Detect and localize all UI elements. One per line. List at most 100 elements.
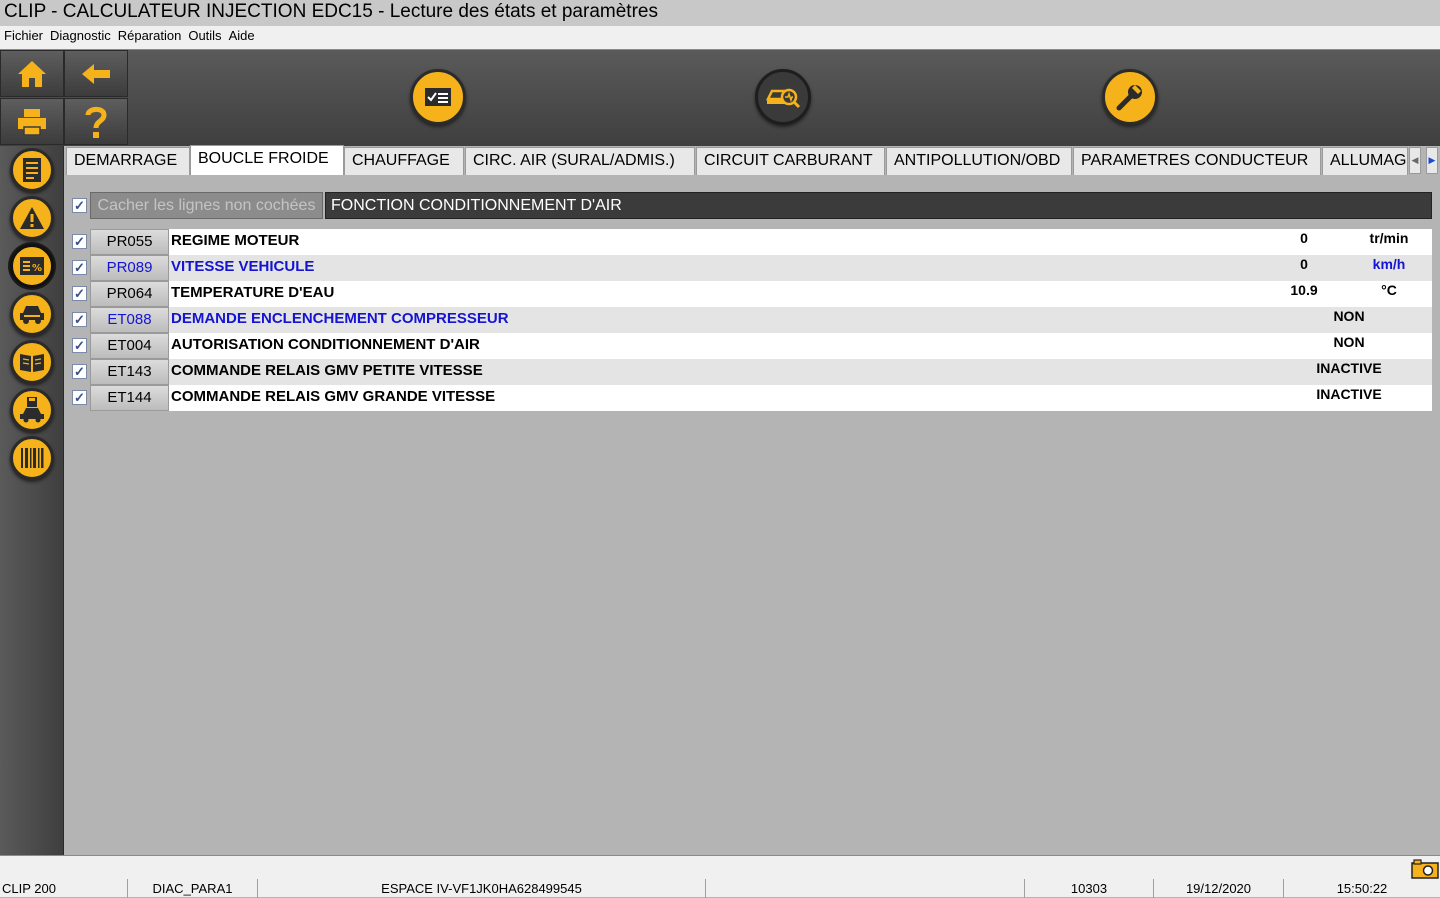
row-checkbox[interactable]: ✓ xyxy=(72,364,87,379)
table-row: ✓ ET088 DEMANDE ENCLENCHEMENT COMPRESSEU… xyxy=(69,307,1432,333)
row-state: INACTIVE xyxy=(1316,386,1382,402)
vehicle-diagnostic-button[interactable] xyxy=(755,69,811,125)
vehicle-diagnostic-icon xyxy=(765,88,801,109)
home-icon xyxy=(18,60,46,87)
menu-outils[interactable]: Outils xyxy=(184,26,224,46)
print-button[interactable] xyxy=(0,98,64,145)
tab-chauffage[interactable]: CHAUFFAGE xyxy=(344,147,464,175)
back-arrow-icon xyxy=(82,63,110,84)
sidebar-item-manual[interactable] xyxy=(10,340,54,384)
chevron-left-icon: ◀ xyxy=(1411,155,1419,165)
row-checkbox[interactable]: ✓ xyxy=(72,338,87,353)
row-state: NON xyxy=(1333,334,1365,350)
row-label: TEMPERATURE D'EAU xyxy=(169,281,1432,307)
row-checkbox[interactable]: ✓ xyxy=(72,286,87,301)
menu-reparation[interactable]: Réparation xyxy=(114,26,185,46)
status-date: 19/12/2020 xyxy=(1154,879,1284,898)
row-checkbox[interactable]: ✓ xyxy=(72,260,87,275)
row-state: NON xyxy=(1333,308,1365,324)
row-code-button[interactable]: PR089 xyxy=(90,255,169,281)
save-vehicle-icon xyxy=(20,397,44,423)
chevron-right-icon: ▶ xyxy=(1428,155,1436,165)
menu-fichier[interactable]: Fichier xyxy=(0,26,46,46)
hide-unchecked-checkbox[interactable]: ✓ xyxy=(72,198,87,213)
vehicle-icon xyxy=(20,306,44,324)
status-vehicle: ESPACE IV-VF1JK0HA628499545 xyxy=(258,879,706,898)
checkmark-icon: ✓ xyxy=(74,390,85,405)
sidebar-item-parameters[interactable]: % xyxy=(10,244,54,288)
checklist-button[interactable] xyxy=(410,69,466,125)
camera-icon xyxy=(1411,859,1439,879)
status-bar: CLIP 200 DIAC_PARA1 ESPACE IV-VF1JK0HA62… xyxy=(0,855,1440,898)
back-button[interactable] xyxy=(64,50,128,97)
help-icon xyxy=(85,106,107,138)
sidebar-item-vehicle[interactable] xyxy=(10,292,54,336)
menu-aide[interactable]: Aide xyxy=(225,26,258,46)
tab-circuit-carburant[interactable]: CIRCUIT CARBURANT xyxy=(696,147,885,175)
tab-parametres-conducteur[interactable]: PARAMETRES CONDUCTEUR xyxy=(1073,147,1321,175)
checkmark-icon: ✓ xyxy=(74,338,85,353)
row-code-button[interactable]: ET143 xyxy=(90,359,169,385)
help-button[interactable] xyxy=(64,98,128,145)
printer-icon xyxy=(18,108,46,136)
status-time: 15:50:22 xyxy=(1336,881,1388,896)
barcode-icon xyxy=(21,448,44,468)
tab-scroll-right-button[interactable]: ▶ xyxy=(1426,147,1438,174)
hide-unchecked-button[interactable]: Cacher les lignes non cochées xyxy=(90,192,323,219)
row-code-button[interactable]: ET144 xyxy=(90,385,169,411)
row-value: 0 xyxy=(1300,230,1308,246)
sidebar-item-save-vehicle[interactable] xyxy=(10,388,54,432)
checkmark-icon: ✓ xyxy=(74,234,85,249)
table-row: ✓ PR055 REGIME MOTEUR 0 tr/min xyxy=(69,229,1432,255)
row-label: COMMANDE RELAIS GMV PETITE VITESSE xyxy=(169,359,1432,385)
warning-icon xyxy=(20,207,44,229)
row-unit: km/h xyxy=(1372,256,1406,272)
main-panel: DEMARRAGE BOUCLE FROIDE CHAUFFAGE CIRC. … xyxy=(65,145,1440,855)
home-button[interactable] xyxy=(0,50,64,97)
checkmark-icon: ✓ xyxy=(74,260,85,275)
row-label: COMMANDE RELAIS GMV GRANDE VITESSE xyxy=(169,385,1432,411)
window-title: CLIP - CALCULATEUR INJECTION EDC15 - Lec… xyxy=(0,0,1440,26)
menu-bar: Fichier Diagnostic Réparation Outils Aide xyxy=(0,26,1440,46)
row-label: REGIME MOTEUR xyxy=(169,229,1432,255)
row-unit: tr/min xyxy=(1369,230,1409,246)
row-state: INACTIVE xyxy=(1316,360,1382,376)
row-checkbox[interactable]: ✓ xyxy=(72,390,87,405)
sidebar-item-barcode[interactable] xyxy=(10,436,54,480)
sidebar-item-faults[interactable] xyxy=(10,196,54,240)
parameter-table: ✓ PR055 REGIME MOTEUR 0 tr/min ✓ PR089 V… xyxy=(69,229,1432,411)
row-label: DEMANDE ENCLENCHEMENT COMPRESSEUR xyxy=(169,307,1432,333)
toolbar xyxy=(0,50,1440,146)
row-checkbox[interactable]: ✓ xyxy=(72,234,87,249)
row-unit: °C xyxy=(1381,282,1397,298)
sidebar-item-document-list[interactable] xyxy=(10,148,54,192)
svg-text:%: % xyxy=(32,263,42,274)
document-list-icon xyxy=(23,158,41,182)
checkmark-icon: ✓ xyxy=(74,198,85,213)
table-row: ✓ ET144 COMMANDE RELAIS GMV GRANDE VITES… xyxy=(69,385,1432,411)
table-row: ✓ ET143 COMMANDE RELAIS GMV PETITE VITES… xyxy=(69,359,1432,385)
tab-demarrage[interactable]: DEMARRAGE xyxy=(66,147,190,175)
tab-boucle-froide[interactable]: BOUCLE FROIDE xyxy=(190,145,344,175)
repair-button[interactable] xyxy=(1102,69,1158,125)
camera-button[interactable] xyxy=(1411,859,1439,879)
tab-scroll-left-button[interactable]: ◀ xyxy=(1409,147,1421,174)
tab-allumage[interactable]: ALLUMAGE xyxy=(1322,147,1408,175)
tab-antipollution-obd[interactable]: ANTIPOLLUTION/OBD xyxy=(886,147,1072,175)
manual-book-icon xyxy=(20,354,44,372)
row-checkbox[interactable]: ✓ xyxy=(72,312,87,327)
row-code-button[interactable]: PR055 xyxy=(90,229,169,255)
section-title: FONCTION CONDITIONNEMENT D'AIR xyxy=(325,192,1432,219)
row-value: 10.9 xyxy=(1290,282,1318,298)
row-code-button[interactable]: ET004 xyxy=(90,333,169,359)
menu-diagnostic[interactable]: Diagnostic xyxy=(46,26,114,46)
row-code-button[interactable]: PR064 xyxy=(90,281,169,307)
checkmark-icon: ✓ xyxy=(74,312,85,327)
checkmark-icon: ✓ xyxy=(74,364,85,379)
tab-circ-air[interactable]: CIRC. AIR (SURAL/ADMIS.) xyxy=(465,147,695,175)
status-app: CLIP 200 xyxy=(0,879,128,898)
sidebar: % xyxy=(0,146,64,855)
row-code-button[interactable]: ET088 xyxy=(90,307,169,333)
wrench-icon xyxy=(1116,85,1142,111)
table-row: ✓ ET004 AUTORISATION CONDITIONNEMENT D'A… xyxy=(69,333,1432,359)
